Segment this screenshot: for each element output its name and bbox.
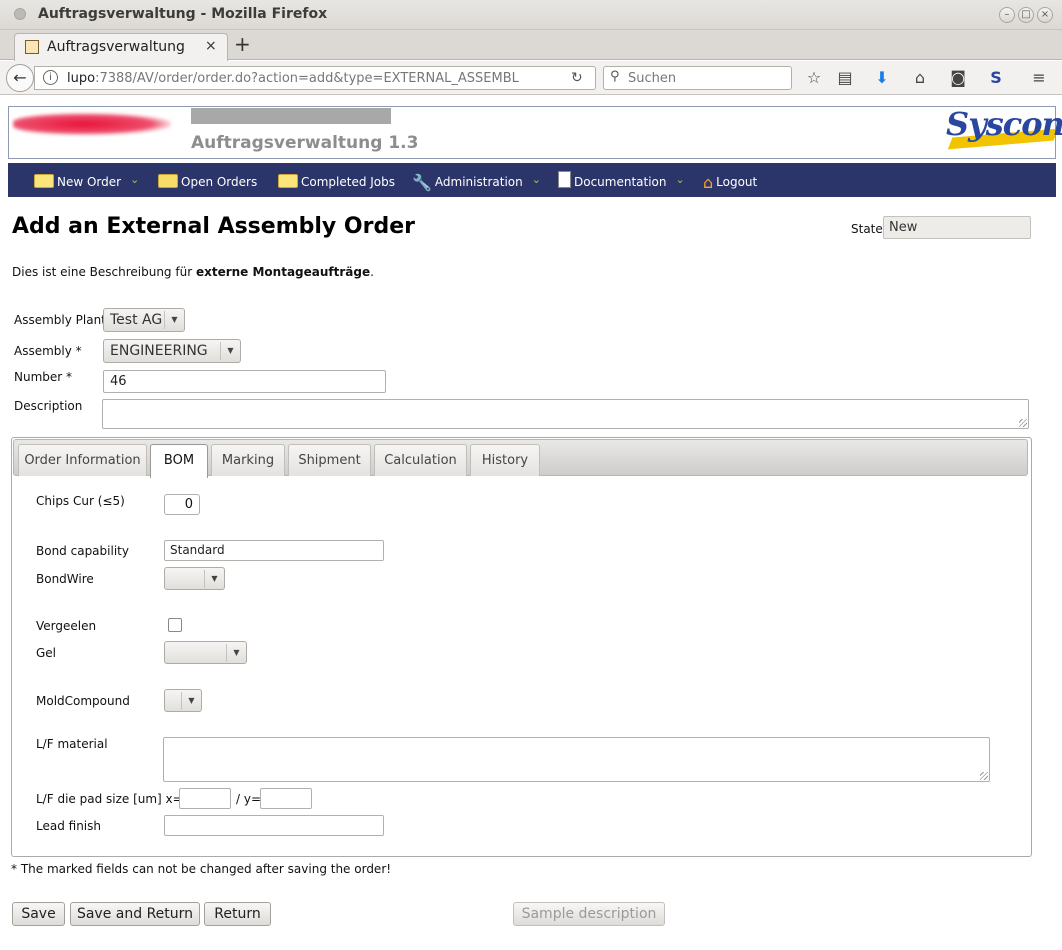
reading-list-icon[interactable]: ▤	[835, 68, 855, 87]
reload-icon[interactable]: ↻	[571, 70, 583, 86]
main-menu: New Order ⌄ Open Orders Completed Jobs 🔧 A…	[8, 163, 1056, 197]
header-bar	[191, 108, 391, 124]
state-label: State	[851, 222, 883, 236]
moldcompound-select[interactable]: ▼	[164, 689, 202, 712]
menu-completed-jobs[interactable]: Completed Jobs	[278, 163, 395, 197]
extension-icon[interactable]: S	[986, 68, 1006, 87]
assembly-plant-select[interactable]: Test AG ▼	[103, 308, 185, 332]
pocket-icon[interactable]: ◙	[948, 68, 968, 87]
syscon-logo: Syscon	[944, 105, 1062, 155]
new-tab-icon[interactable]: +	[234, 32, 251, 56]
tab-bom[interactable]: BOM	[150, 444, 208, 478]
tab-order-information[interactable]: Order Information	[18, 444, 147, 476]
browser-tab-title: Auftragsverwaltung	[47, 39, 185, 55]
tab-history[interactable]: History	[470, 444, 540, 476]
menu-logout[interactable]: ⌂ Logout	[703, 163, 757, 197]
open-folder-icon	[158, 173, 178, 188]
lf-pad-y-label: / y=	[236, 792, 262, 806]
resize-grip-icon[interactable]	[980, 772, 988, 780]
lf-material-textarea[interactable]	[163, 737, 990, 782]
window-title: Auftragsverwaltung - Mozilla Firefox	[38, 6, 328, 22]
assembly-label: Assembly *	[14, 344, 82, 358]
return-button[interactable]: Return	[204, 902, 271, 926]
vergeelen-label: Vergeelen	[36, 619, 97, 633]
wrench-icon: 🔧	[412, 172, 432, 192]
chevron-down-icon: ⌄	[675, 172, 685, 186]
tab-marking[interactable]: Marking	[211, 444, 285, 476]
home-icon[interactable]: ⌂	[910, 68, 930, 87]
menu-administration[interactable]: 🔧 Administration ⌄	[412, 163, 541, 197]
company-logo	[13, 113, 171, 135]
bond-capability-input[interactable]: Standard	[164, 540, 384, 561]
window-titlebar: Auftragsverwaltung - Mozilla Firefox – □…	[0, 0, 1062, 30]
brand-name: Syscon	[946, 105, 1062, 143]
info-icon[interactable]: i	[43, 70, 58, 85]
gel-label: Gel	[36, 646, 57, 660]
maximize-icon[interactable]: □	[1018, 7, 1034, 23]
lead-finish-label: Lead finish	[36, 819, 101, 833]
minimize-icon[interactable]: –	[999, 7, 1015, 23]
dropdown-arrow-icon: ▼	[220, 342, 240, 360]
number-input[interactable]: 46	[103, 370, 386, 393]
chevron-down-icon: ⌄	[130, 172, 140, 186]
state-field: New	[883, 216, 1031, 239]
assembly-select[interactable]: ENGINEERING ▼	[103, 339, 241, 363]
bondwire-select[interactable]: ▼	[164, 567, 225, 590]
lf-pad-x-input[interactable]	[179, 788, 231, 809]
lf-pad-size-label: L/F die pad size [um] x=	[36, 792, 183, 806]
bond-capability-label: Bond capability	[36, 544, 129, 558]
dropdown-arrow-icon: ▼	[164, 311, 184, 329]
dropdown-arrow-icon: ▼	[226, 644, 246, 662]
save-and-return-button[interactable]: Save and Return	[70, 902, 200, 926]
dropdown-arrow-icon: ▼	[181, 692, 201, 710]
bookmark-star-icon[interactable]: ☆	[804, 68, 824, 87]
app-header: Auftragsverwaltung 1.3 Syscon	[8, 105, 1062, 159]
back-arrow-icon[interactable]: ←	[6, 64, 34, 92]
menu-new-order[interactable]: New Order ⌄	[34, 163, 139, 197]
url-text[interactable]: lupo:7388/AV/order/order.do?action=add&t…	[67, 71, 557, 86]
close-tab-icon[interactable]: ×	[205, 38, 217, 54]
page-title: Add an External Assembly Order	[12, 214, 415, 239]
search-placeholder: Suchen	[628, 71, 677, 86]
lf-pad-y-input[interactable]	[260, 788, 312, 809]
page-description: Dies ist eine Beschreibung für externe M…	[12, 265, 374, 279]
resize-grip-icon[interactable]	[1019, 419, 1027, 427]
folder-icon	[34, 173, 54, 188]
folder-icon	[278, 173, 298, 188]
browser-search-input[interactable]: ⚲ Suchen	[603, 66, 792, 90]
document-icon	[558, 171, 571, 188]
app-title: Auftragsverwaltung 1.3	[191, 133, 419, 153]
tab-calculation[interactable]: Calculation	[374, 444, 467, 476]
hamburger-menu-icon[interactable]: ≡	[1029, 68, 1049, 87]
description-label: Description	[14, 399, 83, 413]
search-icon: ⚲	[610, 69, 620, 84]
footnote: * The marked fields can not be changed a…	[11, 862, 392, 876]
assembly-plant-label: Assembly Plant	[14, 313, 106, 327]
number-label: Number *	[14, 370, 73, 384]
lf-material-label: L/F material	[36, 737, 108, 751]
window-menu-icon[interactable]	[14, 8, 26, 20]
tab-shipment[interactable]: Shipment	[288, 444, 371, 476]
chips-cur-label: Chips Cur (≤5)	[36, 494, 125, 508]
chips-cur-input[interactable]: 0	[164, 494, 200, 515]
save-button[interactable]: Save	[12, 902, 65, 926]
url-bar[interactable]: i lupo:7388/AV/order/order.do?action=add…	[34, 66, 596, 90]
gel-select[interactable]: ▼	[164, 641, 247, 664]
menu-open-orders[interactable]: Open Orders	[158, 163, 257, 197]
description-textarea[interactable]	[102, 399, 1029, 429]
favicon-icon	[25, 40, 39, 54]
download-icon[interactable]: ⬇	[872, 68, 892, 87]
vergeelen-checkbox[interactable]	[168, 618, 182, 632]
browser-tab[interactable]: Auftragsverwaltung ×	[14, 33, 228, 61]
bondwire-label: BondWire	[36, 572, 94, 586]
home-icon: ⌂	[703, 172, 714, 192]
dropdown-arrow-icon: ▼	[204, 570, 224, 588]
close-window-icon[interactable]: ×	[1037, 7, 1053, 23]
moldcompound-label: MoldCompound	[36, 694, 130, 708]
sample-description-button[interactable]: Sample description	[513, 902, 665, 926]
menu-documentation[interactable]: Documentation ⌄	[558, 163, 685, 197]
chevron-down-icon: ⌄	[531, 172, 541, 186]
lead-finish-input[interactable]	[164, 815, 384, 836]
